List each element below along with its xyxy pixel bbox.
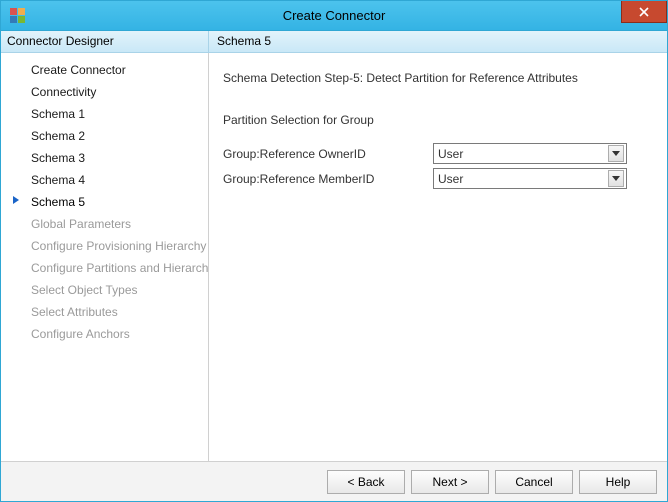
sidebar-item-select-attributes: Select Attributes xyxy=(1,301,208,323)
sidebar-item-label: Select Attributes xyxy=(31,305,118,319)
dropdown-ownerid[interactable]: User xyxy=(433,143,627,164)
close-icon xyxy=(639,7,649,17)
sidebar-item-schema-4[interactable]: Schema 4 xyxy=(1,169,208,191)
sidebar-item-configure-provisioning-hierarchy: Configure Provisioning Hierarchy xyxy=(1,235,208,257)
field-label-memberid: Group:Reference MemberID xyxy=(223,172,433,186)
step-description: Schema Detection Step-5: Detect Partitio… xyxy=(223,71,653,85)
chevron-down-icon xyxy=(608,145,624,162)
sidebar-item-label: Schema 1 xyxy=(31,107,85,121)
sidebar-item-create-connector[interactable]: Create Connector xyxy=(1,59,208,81)
app-icon xyxy=(9,8,25,24)
sidebar-item-configure-partitions-hierarchies: Configure Partitions and Hierarchies xyxy=(1,257,208,279)
sidebar-item-label: Create Connector xyxy=(31,63,126,77)
sidebar-item-label: Configure Provisioning Hierarchy xyxy=(31,239,206,253)
sidebar-item-label: Configure Partitions and Hierarchies xyxy=(31,261,209,275)
next-button[interactable]: Next > xyxy=(411,470,489,494)
dialog-window: Create Connector Connector Designer Sche… xyxy=(0,0,668,502)
sidebar-item-label: Schema 3 xyxy=(31,151,85,165)
sidebar-item-label: Global Parameters xyxy=(31,217,131,231)
back-button[interactable]: < Back xyxy=(327,470,405,494)
sidebar: Create Connector Connectivity Schema 1 S… xyxy=(1,53,209,461)
dropdown-value: User xyxy=(438,172,463,186)
footer: < Back Next > Cancel Help xyxy=(1,461,667,501)
sidebar-item-global-parameters: Global Parameters xyxy=(1,213,208,235)
titlebar: Create Connector xyxy=(1,1,667,31)
dropdown-value: User xyxy=(438,147,463,161)
sidebar-item-schema-5[interactable]: Schema 5 xyxy=(1,191,208,213)
chevron-down-icon xyxy=(608,170,624,187)
sidebar-item-configure-anchors: Configure Anchors xyxy=(1,323,208,345)
body: Create Connector Connectivity Schema 1 S… xyxy=(1,53,667,461)
section-title: Partition Selection for Group xyxy=(223,113,653,127)
sidebar-item-label: Configure Anchors xyxy=(31,327,130,341)
sidebar-item-select-object-types: Select Object Types xyxy=(1,279,208,301)
field-row-memberid: Group:Reference MemberID User xyxy=(223,168,653,189)
subheader: Connector Designer Schema 5 xyxy=(1,31,667,53)
subheader-right: Schema 5 xyxy=(209,31,667,52)
sidebar-item-label: Schema 5 xyxy=(31,195,85,209)
dropdown-memberid[interactable]: User xyxy=(433,168,627,189)
sidebar-item-label: Schema 2 xyxy=(31,129,85,143)
field-row-ownerid: Group:Reference OwnerID User xyxy=(223,143,653,164)
sidebar-item-label: Select Object Types xyxy=(31,283,138,297)
sidebar-item-label: Connectivity xyxy=(31,85,96,99)
sidebar-item-schema-3[interactable]: Schema 3 xyxy=(1,147,208,169)
window-title: Create Connector xyxy=(1,8,667,23)
subheader-left: Connector Designer xyxy=(1,31,209,52)
sidebar-item-connectivity[interactable]: Connectivity xyxy=(1,81,208,103)
close-button[interactable] xyxy=(621,1,667,23)
sidebar-item-label: Schema 4 xyxy=(31,173,85,187)
field-label-ownerid: Group:Reference OwnerID xyxy=(223,147,433,161)
content-pane: Schema Detection Step-5: Detect Partitio… xyxy=(209,53,667,461)
help-button[interactable]: Help xyxy=(579,470,657,494)
sidebar-item-schema-2[interactable]: Schema 2 xyxy=(1,125,208,147)
sidebar-item-schema-1[interactable]: Schema 1 xyxy=(1,103,208,125)
cancel-button[interactable]: Cancel xyxy=(495,470,573,494)
